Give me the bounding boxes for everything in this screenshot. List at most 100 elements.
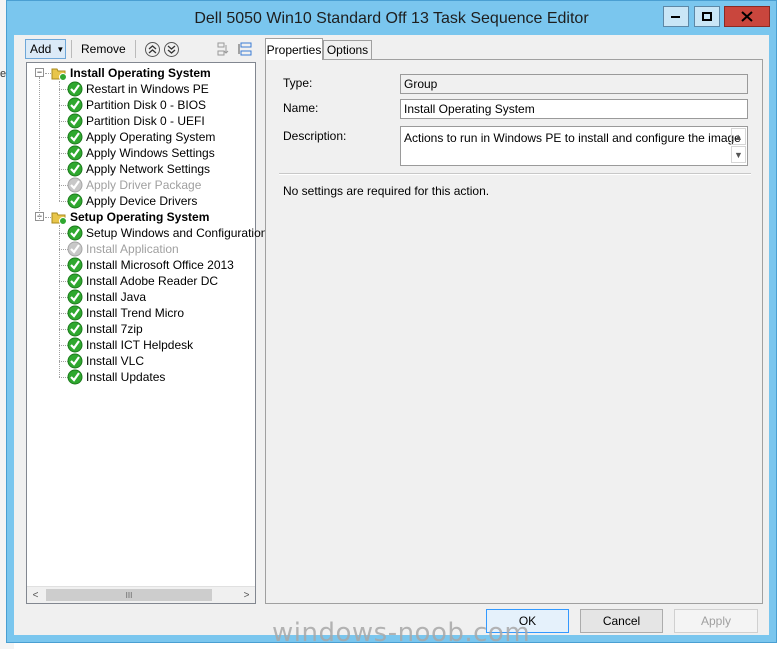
tree-item-label: Install ICT Helpdesk <box>86 338 194 352</box>
tree-item[interactable]: Setup Windows and Configuration <box>67 225 267 241</box>
tree-item[interactable]: Install 7zip <box>67 321 143 337</box>
tree-item-label: Restart in Windows PE <box>86 82 209 96</box>
tree-connector <box>59 225 60 377</box>
double-chevron-up-icon <box>148 44 157 53</box>
tree-horizontal-scrollbar[interactable]: < III > <box>27 586 255 603</box>
check-icon <box>67 161 83 177</box>
tree-item-label: Install Java <box>86 290 147 304</box>
window-title: Dell 5050 Win10 Standard Off 13 Task Seq… <box>194 10 589 27</box>
check-icon <box>67 321 83 337</box>
move-up-button[interactable] <box>144 41 160 57</box>
double-chevron-down-icon <box>167 45 176 54</box>
dropdown-arrow-icon: ▼ <box>56 44 65 54</box>
scroll-down-icon[interactable]: ▼ <box>731 146 746 163</box>
move-group-icon <box>217 42 229 56</box>
tree-connector <box>59 81 60 201</box>
tree-item[interactable]: Apply Driver Package <box>67 177 201 193</box>
tree-item-label: Apply Operating System <box>86 130 216 144</box>
description-text: Actions to run in Windows PE to install … <box>404 131 741 145</box>
move-down-button[interactable] <box>163 41 179 57</box>
description-field[interactable]: Actions to run in Windows PE to install … <box>400 126 748 166</box>
minimize-button[interactable] <box>663 6 689 27</box>
check-icon <box>67 193 83 209</box>
tree-item-label: Setup Windows and Configuration <box>86 226 268 240</box>
move-to-group-button[interactable] <box>215 41 231 57</box>
minimize-icon <box>671 15 680 18</box>
apply-button[interactable]: Apply <box>674 609 758 633</box>
description-scrollbar[interactable]: ▲ ▼ <box>730 127 747 165</box>
tree-item[interactable]: Apply Network Settings <box>67 161 210 177</box>
check-icon <box>67 97 83 113</box>
tree-item[interactable]: Install Application <box>67 241 179 257</box>
tree-group-1[interactable]: Install Operating System <box>51 65 211 81</box>
collapse-expander-icon[interactable]: − <box>35 68 44 77</box>
check-icon <box>67 129 83 145</box>
tree-item-label: Install Microsoft Office 2013 <box>86 258 234 272</box>
panel-divider <box>279 173 751 175</box>
tree-connector <box>39 77 40 221</box>
tree-item-label: Install Adobe Reader DC <box>86 274 219 288</box>
group-folder-icon <box>51 212 67 225</box>
task-sequence-tree[interactable]: − Install Operating System Restart in Wind… <box>26 62 267 604</box>
tree-item[interactable]: Restart in Windows PE <box>67 81 209 97</box>
tree-item[interactable]: Partition Disk 0 - BIOS <box>67 97 206 113</box>
tree-item[interactable]: Install VLC <box>67 353 144 369</box>
scrollbar-thumb[interactable]: III <box>46 589 212 601</box>
check-icon <box>67 273 83 289</box>
title-bar[interactable]: Dell 5050 Win10 Standard Off 13 Task Seq… <box>7 1 776 37</box>
close-button[interactable] <box>724 6 770 27</box>
maximize-icon <box>701 11 712 21</box>
check-icon <box>67 369 83 385</box>
tree-item[interactable]: Apply Operating System <box>67 129 215 145</box>
no-settings-message: No settings are required for this action… <box>283 184 490 198</box>
tree-item-label: Apply Windows Settings <box>86 146 215 160</box>
remove-button[interactable]: Remove <box>77 42 130 56</box>
check-icon <box>67 257 83 273</box>
scroll-left-icon[interactable]: < <box>27 587 44 603</box>
tree-group-label: Setup Operating System <box>70 210 210 224</box>
tree-item[interactable]: Install Updates <box>67 369 165 385</box>
group-folder-icon <box>51 68 67 81</box>
properties-panel: Type: Group Name: Install Operating Syst… <box>265 59 763 604</box>
tree-item-label: Apply Driver Package <box>86 178 202 192</box>
tree-item-label: Install Updates <box>86 370 166 384</box>
description-label: Description: <box>283 129 347 143</box>
tree-item[interactable]: Install Microsoft Office 2013 <box>67 257 234 273</box>
toolbar-separator <box>134 40 136 58</box>
check-disabled-icon <box>67 177 83 193</box>
tree-item[interactable]: Install Adobe Reader DC <box>67 273 218 289</box>
tree-item-label: Install Application <box>86 242 179 256</box>
tree-item[interactable]: Apply Device Drivers <box>67 193 197 209</box>
check-icon <box>67 225 83 241</box>
watermark: windows-noob.com <box>272 618 531 648</box>
check-disabled-icon <box>67 241 83 257</box>
tree-item[interactable]: Install Trend Micro <box>67 305 184 321</box>
collapse-group-button[interactable] <box>237 41 253 57</box>
tree-item[interactable]: Install ICT Helpdesk <box>67 337 193 353</box>
task-sequence-editor-window: Dell 5050 Win10 Standard Off 13 Task Seq… <box>6 0 777 643</box>
name-field[interactable]: Install Operating System <box>400 99 748 119</box>
editor-client-area: Add ▼ Remove − Install Operating System Re… <box>14 35 769 635</box>
check-icon <box>67 113 83 129</box>
tab-properties[interactable]: Properties <box>265 38 323 60</box>
tab-options[interactable]: Options <box>323 40 372 60</box>
check-icon <box>67 81 83 97</box>
check-icon <box>67 353 83 369</box>
scroll-right-icon[interactable]: > <box>238 587 255 603</box>
tree-item-label: Install 7zip <box>86 322 143 336</box>
check-icon <box>67 337 83 353</box>
cancel-button[interactable]: Cancel <box>580 609 663 633</box>
tree-item-label: Apply Network Settings <box>86 162 211 176</box>
scroll-up-icon[interactable]: ▲ <box>731 128 746 145</box>
toolbar-separator <box>71 40 72 58</box>
add-dropdown-button[interactable]: Add ▼ <box>25 39 66 59</box>
tree-item[interactable]: Partition Disk 0 - UEFI <box>67 113 205 129</box>
tree-group-2[interactable]: Setup Operating System <box>51 209 209 225</box>
tree-item[interactable]: Apply Windows Settings <box>67 145 215 161</box>
add-button-label: Add <box>30 42 52 56</box>
tree-item-label: Install Trend Micro <box>86 306 185 320</box>
maximize-button[interactable] <box>694 6 720 27</box>
check-icon <box>67 145 83 161</box>
tree-item-label: Apply Device Drivers <box>86 194 198 208</box>
tree-item[interactable]: Install Java <box>67 289 146 305</box>
